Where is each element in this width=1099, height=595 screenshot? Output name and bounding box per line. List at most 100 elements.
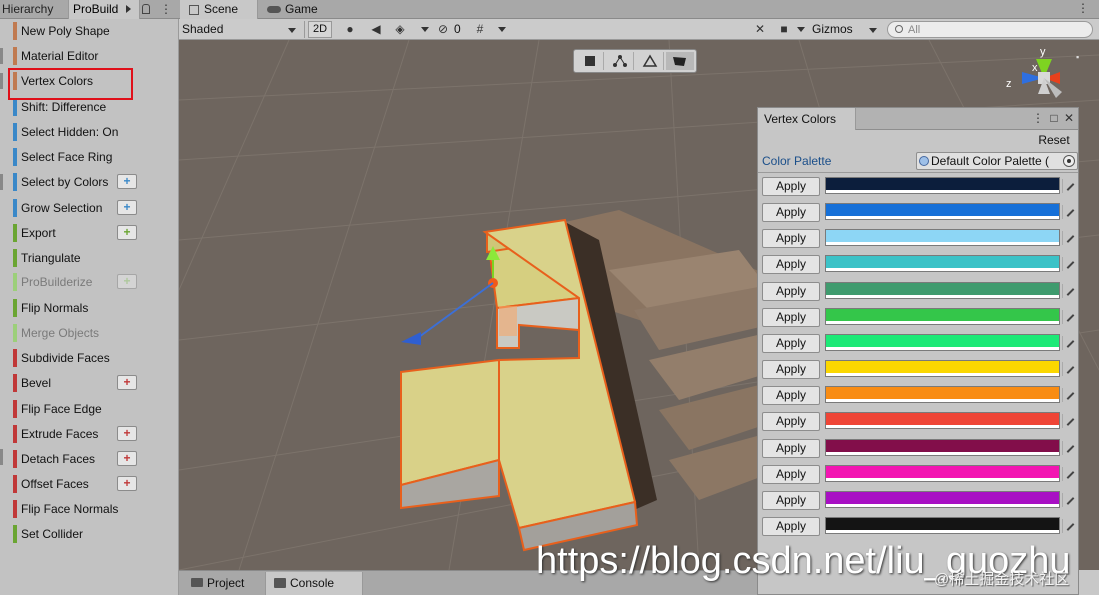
probuilder-action-item[interactable]: Set Collider	[0, 523, 179, 545]
color-swatch-field[interactable]	[825, 490, 1060, 508]
tab-hierarchy[interactable]: Hierarchy	[0, 0, 66, 19]
apply-color-button[interactable]: Apply	[762, 464, 820, 484]
apply-color-button[interactable]: Apply	[762, 177, 820, 196]
apply-color-button[interactable]: Apply	[762, 203, 820, 223]
options-plus-button[interactable]: +	[117, 426, 137, 441]
eyedropper-icon[interactable]	[1062, 492, 1076, 507]
eyedropper-icon[interactable]	[1062, 257, 1076, 272]
apply-color-button[interactable]: Apply	[762, 438, 820, 458]
probuilder-action-item[interactable]: New Poly Shape	[0, 20, 179, 42]
face-mode-button[interactable]	[666, 52, 694, 70]
tools-crossed-icon[interactable]: ✕	[753, 22, 767, 36]
eyedropper-icon[interactable]	[1062, 440, 1076, 455]
tab-overflow-arrow-icon[interactable]	[126, 5, 131, 13]
probuilder-action-item[interactable]: Export +	[0, 222, 179, 244]
grid-dropdown-arrow-icon[interactable]	[498, 27, 506, 32]
camera-icon[interactable]: ■	[777, 22, 791, 36]
lock-orientation-icon[interactable]: ▪	[1076, 52, 1079, 62]
apply-color-button[interactable]: Apply	[762, 386, 820, 406]
eyedropper-icon[interactable]	[1062, 388, 1076, 403]
audio-speaker-icon[interactable]: ◀	[369, 22, 383, 36]
apply-color-button[interactable]: Apply	[762, 255, 820, 275]
object-mode-button[interactable]	[576, 52, 604, 70]
tab-game[interactable]: Game	[261, 0, 331, 19]
color-swatch-field[interactable]	[825, 333, 1060, 351]
window-menu-icon[interactable]: ⋮	[1031, 111, 1045, 125]
tab-vertex-colors[interactable]: Vertex Colors	[758, 108, 856, 130]
probuilder-action-item[interactable]: Extrude Faces +	[0, 423, 179, 445]
apply-color-button[interactable]: Apply	[762, 412, 820, 432]
probuilder-action-item[interactable]: Detach Faces +	[0, 448, 179, 470]
lock-icon[interactable]	[142, 4, 150, 14]
apply-color-button[interactable]: Apply	[762, 490, 820, 510]
eyedropper-icon[interactable]	[1062, 362, 1076, 377]
probuilder-action-item[interactable]: Bevel +	[0, 372, 179, 394]
toggle-2d-button[interactable]: 2D	[308, 21, 332, 38]
probuilder-action-item[interactable]: Flip Face Normals	[0, 498, 179, 520]
options-plus-button[interactable]: +	[117, 225, 137, 240]
effects-layers-icon[interactable]: ◈	[393, 22, 407, 36]
eyedropper-icon[interactable]	[1062, 179, 1076, 193]
apply-color-button[interactable]: Apply	[762, 281, 820, 301]
color-swatch-field[interactable]	[825, 516, 1060, 534]
eyedropper-icon[interactable]	[1062, 205, 1076, 220]
probuilder-action-item[interactable]: Triangulate	[0, 247, 179, 269]
probuilder-action-item[interactable]: Select by Colors +	[0, 171, 179, 193]
scene-menu-icon[interactable]: ⋮	[1077, 1, 1089, 15]
tab-scene[interactable]: Scene	[180, 0, 258, 19]
probuilder-action-item[interactable]: Flip Face Edge	[0, 398, 179, 420]
vertex-mode-button[interactable]	[606, 52, 634, 70]
color-swatch-field[interactable]	[825, 412, 1060, 430]
probuilder-action-item[interactable]: ProBuilderize +	[0, 271, 179, 293]
probuilder-action-item[interactable]: Offset Faces +	[0, 473, 179, 495]
effects-dropdown-arrow-icon[interactable]	[421, 27, 429, 32]
probuilder-action-item[interactable]: Merge Objects	[0, 322, 179, 344]
tab-project[interactable]: Project	[183, 572, 263, 595]
options-plus-button[interactable]: +	[117, 375, 137, 390]
eyedropper-icon[interactable]	[1062, 283, 1076, 298]
eyedropper-icon[interactable]	[1062, 309, 1076, 324]
color-palette-field[interactable]: Default Color Palette (	[916, 152, 1078, 170]
eyedropper-icon[interactable]	[1062, 518, 1076, 533]
gizmos-dropdown[interactable]: Gizmos	[812, 20, 880, 39]
object-picker-icon[interactable]	[1063, 155, 1075, 167]
apply-color-button[interactable]: Apply	[762, 360, 820, 380]
eyedropper-icon[interactable]	[1062, 231, 1076, 246]
options-plus-button[interactable]: +	[117, 274, 137, 289]
color-swatch-field[interactable]	[825, 438, 1060, 456]
color-swatch-field[interactable]	[825, 255, 1060, 273]
probuilder-action-item[interactable]: Select Face Ring	[0, 146, 179, 168]
apply-color-button[interactable]: Apply	[762, 229, 820, 249]
orientation-gizmo[interactable]: y x z ▪	[1004, 44, 1084, 114]
lighting-bulb-icon[interactable]: ●	[343, 22, 357, 36]
tab-console[interactable]: Console	[265, 572, 363, 595]
color-swatch-field[interactable]	[825, 203, 1060, 221]
color-swatch-field[interactable]	[825, 177, 1060, 194]
eyedropper-icon[interactable]	[1062, 466, 1076, 481]
eyedropper-icon[interactable]	[1062, 335, 1076, 350]
color-swatch-field[interactable]	[825, 229, 1060, 247]
hidden-eye-icon[interactable]: ⊘	[436, 22, 450, 36]
color-swatch-field[interactable]	[825, 281, 1060, 299]
edge-mode-button[interactable]	[636, 52, 664, 70]
probuilder-action-item[interactable]: Select Hidden: On	[0, 121, 179, 143]
apply-color-button[interactable]: Apply	[762, 307, 820, 327]
reset-button[interactable]: Reset	[1034, 131, 1074, 149]
scene-search-input[interactable]: All	[887, 21, 1093, 38]
eyedropper-icon[interactable]	[1062, 414, 1076, 429]
options-plus-button[interactable]: +	[117, 200, 137, 215]
color-swatch-field[interactable]	[825, 360, 1060, 378]
apply-color-button[interactable]: Apply	[762, 516, 820, 536]
maximize-icon[interactable]: □	[1047, 111, 1061, 125]
options-plus-button[interactable]: +	[117, 174, 137, 189]
probuilder-action-item[interactable]: Flip Normals	[0, 297, 179, 319]
apply-color-button[interactable]: Apply	[762, 333, 820, 353]
options-plus-button[interactable]: +	[117, 451, 137, 466]
more-menu-icon[interactable]: ⋮	[160, 1, 172, 17]
color-swatch-field[interactable]	[825, 307, 1060, 325]
color-swatch-field[interactable]	[825, 464, 1060, 482]
probuilder-action-item[interactable]: Material Editor	[0, 45, 179, 67]
shading-mode-dropdown[interactable]: Shaded	[182, 20, 300, 39]
color-swatch-field[interactable]	[825, 386, 1060, 404]
probuilder-action-item[interactable]: Grow Selection +	[0, 197, 179, 219]
